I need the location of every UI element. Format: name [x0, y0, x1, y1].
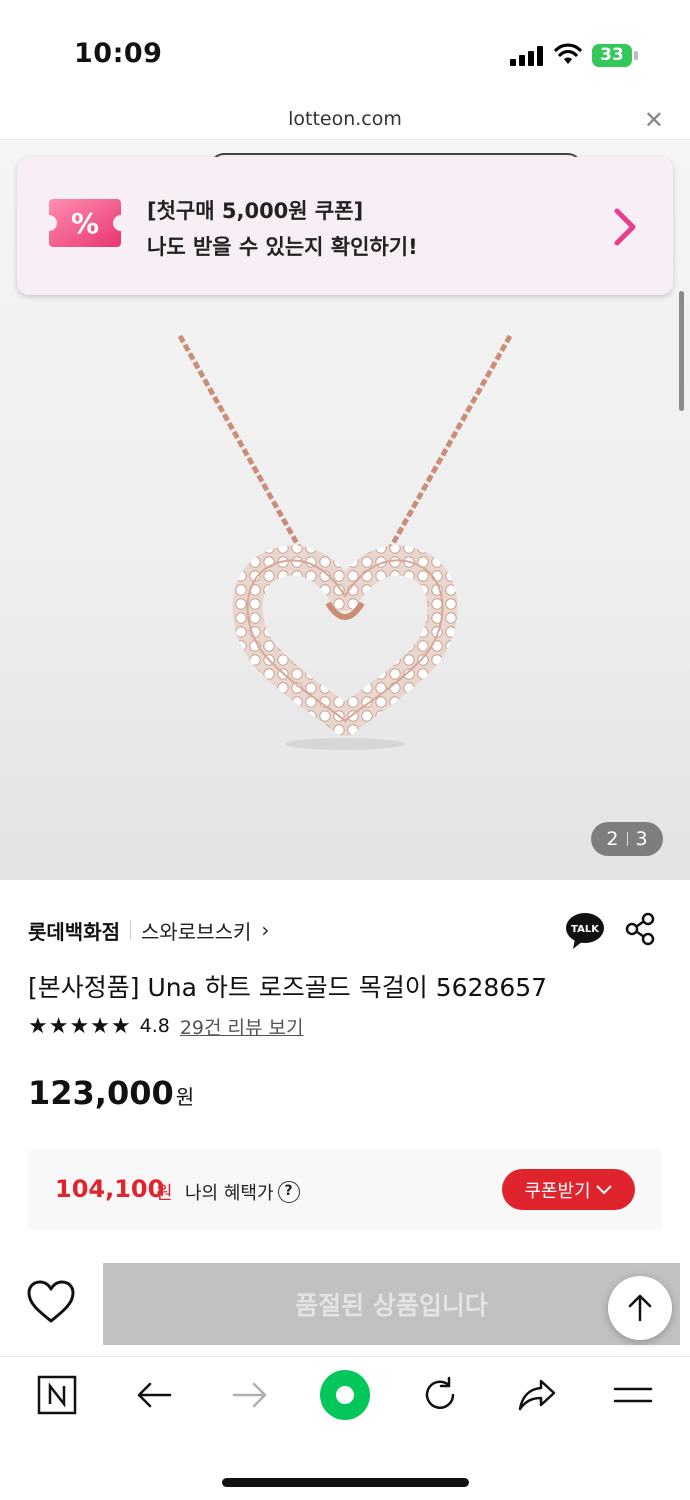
- benefit-price: 104,100: [55, 1175, 165, 1203]
- share-arrow-icon[interactable]: [517, 1375, 557, 1415]
- price: 123,000 원: [28, 1074, 194, 1112]
- svg-text:%: %: [71, 207, 99, 240]
- naver-green-dot-icon[interactable]: [319, 1369, 371, 1421]
- naver-home-icon[interactable]: [37, 1375, 77, 1415]
- home-indicator: [222, 1478, 469, 1487]
- scrollbar[interactable]: [679, 291, 684, 411]
- gallery-current-page: 2: [606, 828, 619, 850]
- gallery-page-indicator: 2 3: [591, 822, 663, 856]
- gallery-total-pages: 3: [635, 828, 648, 850]
- help-icon[interactable]: ?: [277, 1181, 300, 1203]
- battery-indicator: 33: [592, 44, 632, 67]
- necklace-image: [177, 334, 513, 750]
- url-text[interactable]: lotteon.com: [0, 108, 690, 130]
- percent-ticket-icon: %: [49, 199, 121, 247]
- benefit-label-group: 나의 혜택가 ?: [185, 1179, 300, 1205]
- kakao-talk-icon[interactable]: TALK: [565, 911, 605, 951]
- product-title: [본사정품] Una 하트 로즈골드 목걸이 5628657: [28, 973, 548, 1002]
- share-icon[interactable]: [624, 912, 656, 946]
- benefit-label: 나의 혜택가: [185, 1183, 274, 1204]
- svg-text:TALK: TALK: [571, 924, 600, 935]
- first-purchase-coupon-banner[interactable]: % [첫구매 5,000원 쿠폰] 나도 받을 수 있는지 확인하기!: [17, 157, 673, 295]
- menu-icon[interactable]: [613, 1375, 653, 1415]
- url-bar[interactable]: lotteon.com ✕: [0, 100, 690, 140]
- status-time: 10:09: [74, 38, 163, 69]
- rating-value: 4.8: [139, 1015, 170, 1037]
- brand-row[interactable]: 롯데백화점 스와로브스키 ›: [28, 914, 269, 946]
- chevron-down-icon: [595, 1184, 612, 1194]
- benefit-price-box: 104,100 원 나의 혜택가 ? 쿠폰받기: [28, 1149, 662, 1230]
- wifi-icon: [554, 43, 582, 64]
- get-coupon-label: 쿠폰받기: [524, 1180, 591, 1202]
- rating-stars: ★★★★★: [28, 1013, 132, 1039]
- forward-arrow-icon[interactable]: [230, 1375, 270, 1415]
- brand-divider: [130, 920, 131, 940]
- refresh-icon[interactable]: [420, 1375, 460, 1415]
- get-coupon-button[interactable]: 쿠폰받기: [502, 1169, 635, 1210]
- back-arrow-icon[interactable]: [134, 1375, 174, 1415]
- chevron-right-icon[interactable]: ›: [261, 918, 269, 942]
- heart-icon[interactable]: [26, 1279, 76, 1325]
- browser-toolbar: [0, 1356, 690, 1444]
- chevron-right-icon[interactable]: [611, 207, 639, 247]
- soldout-button[interactable]: 품절된 상품입니다: [103, 1263, 680, 1345]
- store-name[interactable]: 롯데백화점: [28, 916, 120, 945]
- price-unit: 원: [175, 1085, 195, 1109]
- brand-name[interactable]: 스와로브스키: [141, 916, 251, 945]
- rating-row: ★★★★★ 4.8 29건 리뷰 보기: [28, 1012, 304, 1040]
- scroll-to-top-button[interactable]: [608, 1276, 672, 1340]
- status-bar: 10:09 33: [0, 0, 690, 100]
- close-icon[interactable]: ✕: [644, 106, 664, 134]
- coupon-banner-title: [첫구매 5,000원 쿠폰]: [147, 199, 364, 223]
- cellular-signal-icon: [510, 46, 544, 66]
- coupon-banner-subtitle: 나도 받을 수 있는지 확인하기!: [147, 235, 418, 259]
- battery-tip: [634, 51, 638, 60]
- page-separator: [626, 832, 628, 846]
- benefit-unit: 원: [156, 1183, 173, 1204]
- review-link[interactable]: 29건 리뷰 보기: [180, 1013, 304, 1040]
- price-value: 123,000: [28, 1074, 174, 1112]
